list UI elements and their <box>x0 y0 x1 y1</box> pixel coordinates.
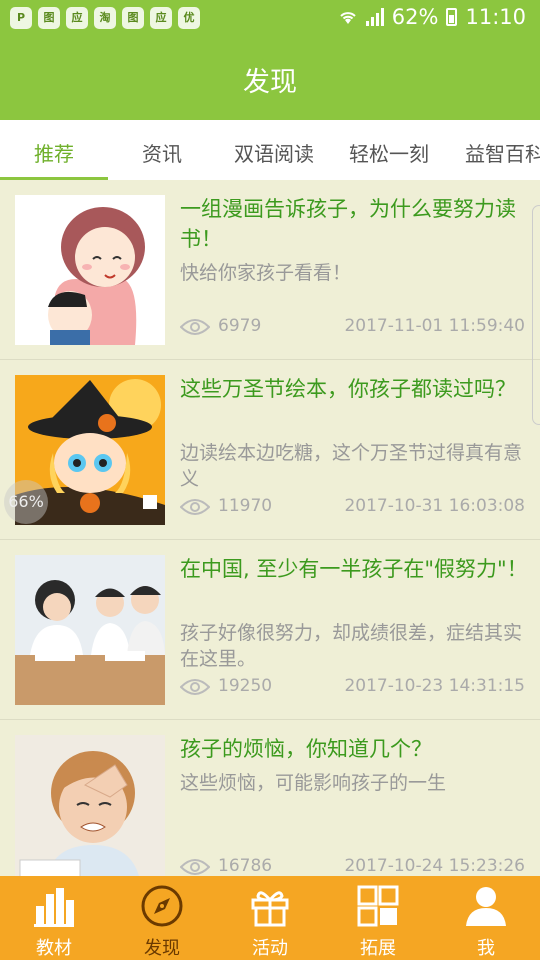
article-title[interactable]: 在中国, 至少有一半孩子在"假努力"！ <box>180 554 530 584</box>
reading-progress-badge[interactable]: 66% <box>4 480 48 524</box>
view-count-icon <box>180 499 210 515</box>
category-tabs: 推荐 资讯 双语阅读 轻松一刻 益智百科 <box>0 120 540 180</box>
article-meta: 11970 2017-10-31 16:03:08 <box>180 496 525 520</box>
article-meta: 16786 2017-10-24 15:23:26 <box>180 856 525 876</box>
article-subtitle: 这些烦恼，可能影响孩子的一生 <box>180 772 447 794</box>
grid-icon <box>357 885 399 927</box>
nav-discover[interactable]: 发现 <box>108 876 216 960</box>
edge-handle[interactable] <box>532 205 540 425</box>
article-card[interactable]: 一组漫画告诉孩子，为什么要努力读书！ 快给你家孩子看看！ 6979 2017-1… <box>0 180 540 360</box>
article-title[interactable]: 这些万圣节绘本，你孩子都读过吗？ <box>180 374 530 404</box>
tab-encyclopedia[interactable]: 益智百科 <box>465 138 540 167</box>
bar-chart-icon <box>34 888 74 927</box>
notification-app-icon: P <box>10 7 32 29</box>
view-count-icon <box>180 319 210 335</box>
article-card[interactable]: 在中国, 至少有一半孩子在"假努力"！ 孩子好像很努力，却成绩很差，症结其实在这… <box>0 540 540 720</box>
article-subtitle: 孩子好像很努力，却成绩很差，症结其实在这里。 <box>180 622 523 670</box>
nav-activity[interactable]: 活动 <box>216 876 324 960</box>
nav-me[interactable]: 我 <box>432 876 540 960</box>
article-title[interactable]: 孩子的烦恼，你知道几个？ <box>180 734 530 764</box>
gift-icon <box>251 891 289 927</box>
notification-app-icon: 应 <box>66 7 88 29</box>
publish-date: 2017-10-24 15:23:26 <box>344 856 525 876</box>
view-count: 16786 <box>218 856 273 876</box>
nav-label: 拓展 <box>360 938 396 959</box>
notification-image-icon: 图 <box>38 7 60 29</box>
status-bar: P 图 应 淘 图 应 优 62% 11:10 <box>0 0 540 38</box>
article-card[interactable]: 孩子的烦恼，你知道几个？ 这些烦恼，可能影响孩子的一生 16786 2017-1… <box>0 720 540 876</box>
view-count-icon <box>180 679 210 695</box>
article-thumbnail <box>15 195 165 345</box>
tab-bilingual-reading[interactable]: 双语阅读 <box>234 138 314 167</box>
article-card[interactable]: 这些万圣节绘本，你孩子都读过吗？ 边读绘本边吃糖，这个万圣节过得真有意义 119… <box>0 360 540 540</box>
article-list[interactable]: 一组漫画告诉孩子，为什么要努力读书！ 快给你家孩子看看！ 6979 2017-1… <box>0 180 540 876</box>
article-meta: 6979 2017-11-01 11:59:40 <box>180 316 525 340</box>
notification-image-icon: 图 <box>122 7 144 29</box>
article-meta: 19250 2017-10-23 14:31:15 <box>180 676 525 700</box>
article-thumbnail <box>15 555 165 705</box>
nav-label: 发现 <box>144 938 180 959</box>
battery-percent: 62% <box>391 5 439 29</box>
notification-youku-icon: 优 <box>178 7 200 29</box>
view-count-icon <box>180 859 210 875</box>
publish-date: 2017-10-23 14:31:15 <box>344 676 525 696</box>
page-title: 发现 <box>243 67 297 98</box>
tab-recommend[interactable]: 推荐 <box>34 138 74 167</box>
nav-label: 我 <box>477 938 495 959</box>
compass-icon <box>141 885 183 927</box>
article-thumbnail <box>15 735 165 876</box>
app-header: 发现 <box>0 38 540 120</box>
bottom-navigation: 教材 发现 活动 拓展 我 <box>0 876 540 960</box>
wifi-icon <box>340 12 356 24</box>
view-count: 11970 <box>218 496 273 516</box>
view-count: 19250 <box>218 676 273 696</box>
article-title[interactable]: 一组漫画告诉孩子，为什么要努力读书！ <box>180 194 530 254</box>
nav-label: 活动 <box>252 938 288 959</box>
article-subtitle: 边读绘本边吃糖，这个万圣节过得真有意义 <box>180 442 523 490</box>
publish-date: 2017-10-31 16:03:08 <box>344 496 525 516</box>
clock: 11:10 <box>465 5 526 29</box>
notification-app-icon: 应 <box>150 7 172 29</box>
tab-news[interactable]: 资讯 <box>142 138 182 167</box>
article-subtitle: 快给你家孩子看看！ <box>180 262 352 284</box>
notification-icons: P 图 应 淘 图 应 优 <box>10 7 200 29</box>
publish-date: 2017-11-01 11:59:40 <box>344 316 525 336</box>
nav-label: 教材 <box>36 938 72 959</box>
person-icon <box>466 887 506 926</box>
nav-expand[interactable]: 拓展 <box>324 876 432 960</box>
notification-taobao-icon: 淘 <box>94 7 116 29</box>
signal-icon <box>365 8 384 26</box>
tab-relax[interactable]: 轻松一刻 <box>349 138 429 167</box>
nav-textbook[interactable]: 教材 <box>0 876 108 960</box>
view-count: 6979 <box>218 316 262 336</box>
battery-icon <box>446 8 458 26</box>
